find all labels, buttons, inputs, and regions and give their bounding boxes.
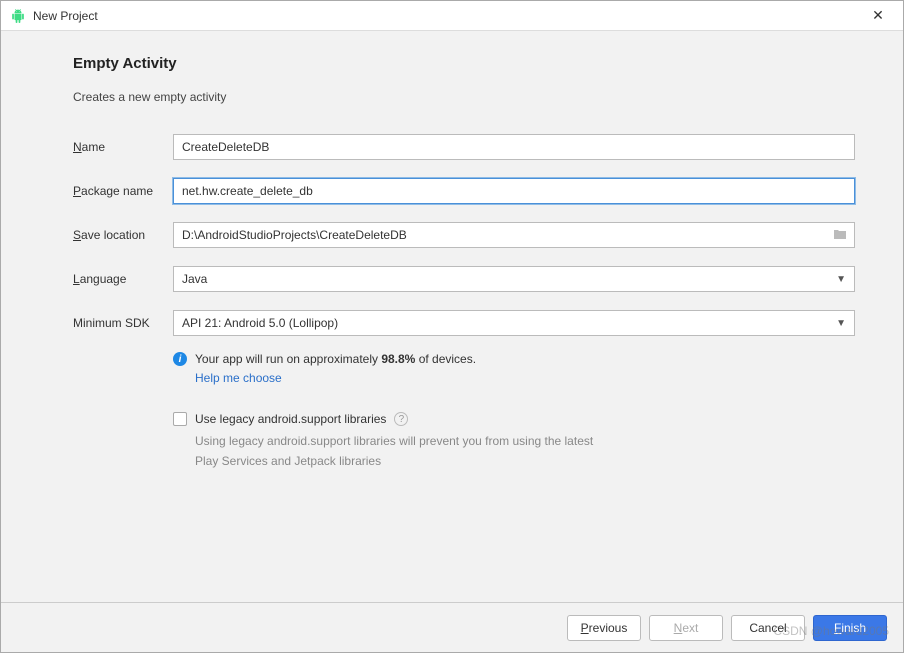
button-bar: Previous Next Cancel Finish <box>1 602 903 652</box>
chevron-down-icon: ▼ <box>836 318 846 329</box>
browse-folder-icon[interactable] <box>833 228 847 243</box>
sdk-info-block: i Your app will run on approximately 98.… <box>173 350 855 388</box>
help-icon[interactable]: ? <box>394 412 408 426</box>
content-area: Empty Activity Creates a new empty activ… <box>1 31 903 602</box>
row-min-sdk: Minimum SDK API 21: Android 5.0 (Lollipo… <box>73 310 855 336</box>
package-name-input[interactable] <box>173 178 855 204</box>
name-input[interactable] <box>173 134 855 160</box>
language-select[interactable]: Java ▼ <box>173 266 855 292</box>
row-language: Language Java ▼ <box>73 266 855 292</box>
chevron-down-icon: ▼ <box>836 274 846 285</box>
label-min-sdk: Minimum SDK <box>73 316 173 330</box>
info-icon: i <box>173 352 187 366</box>
close-button[interactable]: ✕ <box>863 7 893 24</box>
finish-button[interactable]: Finish <box>813 615 887 641</box>
label-language: Language <box>73 272 173 286</box>
legacy-block: Use legacy android.support libraries ? U… <box>173 412 855 470</box>
legacy-support-label: Use legacy android.support libraries <box>195 412 386 426</box>
label-name: Name <box>73 140 173 154</box>
page-subheading: Creates a new empty activity <box>73 90 855 104</box>
label-package: Package name <box>73 184 173 198</box>
new-project-window: New Project ✕ Empty Activity Creates a n… <box>0 0 904 653</box>
row-package: Package name <box>73 178 855 204</box>
row-save-location: Save location <box>73 222 855 248</box>
row-name: Name <box>73 134 855 160</box>
sdk-info-text: Your app will run on approximately 98.8%… <box>195 350 476 388</box>
min-sdk-select[interactable]: API 21: Android 5.0 (Lollipop) ▼ <box>173 310 855 336</box>
window-title: New Project <box>33 9 863 23</box>
language-value: Java <box>182 272 207 286</box>
cancel-button[interactable]: Cancel <box>731 615 805 641</box>
titlebar: New Project ✕ <box>1 1 903 31</box>
android-icon <box>11 9 25 23</box>
min-sdk-value: API 21: Android 5.0 (Lollipop) <box>182 316 338 330</box>
legacy-description: Using legacy android.support libraries w… <box>195 432 615 470</box>
label-save-location: Save location <box>73 228 173 242</box>
page-heading: Empty Activity <box>73 55 855 72</box>
save-location-input[interactable] <box>173 222 855 248</box>
help-me-choose-link[interactable]: Help me choose <box>195 371 282 385</box>
previous-button[interactable]: Previous <box>567 615 641 641</box>
next-button: Next <box>649 615 723 641</box>
legacy-support-checkbox[interactable] <box>173 412 187 426</box>
